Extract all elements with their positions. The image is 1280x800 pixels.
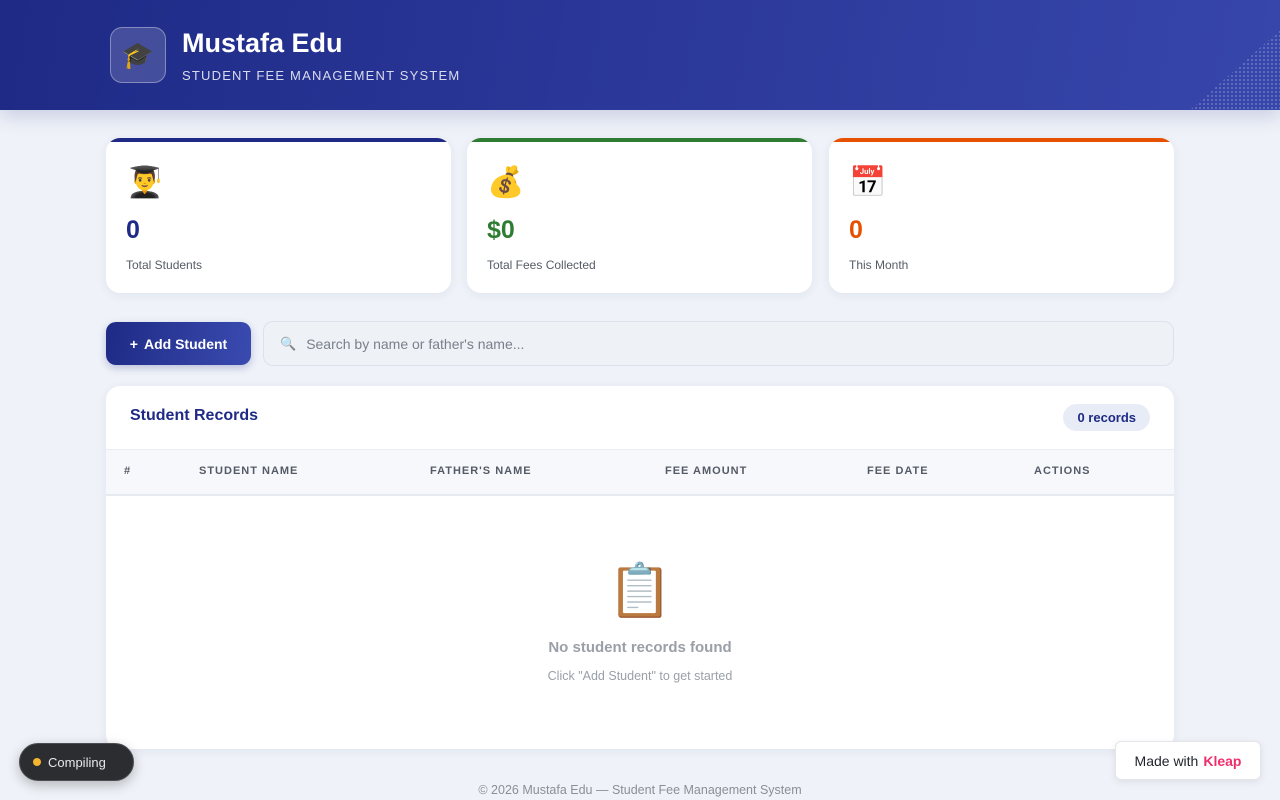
money-bag-icon: 💰 xyxy=(487,166,525,199)
made-with-kleap-badge[interactable]: Made with Kleap xyxy=(1115,741,1261,780)
empty-state: 📋 No student records found Click "Add St… xyxy=(106,561,1174,683)
column-header-index: # xyxy=(124,465,132,477)
clipboard-icon: 📋 xyxy=(607,562,673,620)
app-header: 🎓 Mustafa Edu STUDENT FEE MANAGEMENT SYS… xyxy=(0,0,1280,110)
stat-label: Total Fees Collected xyxy=(487,258,596,272)
app-title: Mustafa Edu xyxy=(182,28,343,58)
student-icon: 👨‍🎓 xyxy=(126,166,164,199)
column-header-actions: ACTIONS xyxy=(1034,465,1091,477)
stat-card-this-month: 📅 0 This Month xyxy=(829,138,1174,293)
column-header-fee-amount: FEE AMOUNT xyxy=(665,465,748,477)
stat-card-total-fees: 💰 $0 Total Fees Collected xyxy=(467,138,812,293)
stat-card-total-students: 👨‍🎓 0 Total Students xyxy=(106,138,451,293)
status-dot-icon xyxy=(33,758,41,766)
compiling-label: Compiling xyxy=(48,754,106,770)
stat-label: Total Students xyxy=(126,258,203,272)
header-dot-pattern xyxy=(1190,30,1280,110)
column-header-fee-date: FEE DATE xyxy=(867,465,929,477)
column-header-father-name: FATHER'S NAME xyxy=(430,465,532,477)
records-count-badge: 0 records xyxy=(1063,404,1150,431)
calendar-icon: 📅 xyxy=(849,166,887,199)
plus-icon: + xyxy=(129,335,138,352)
table-header: # STUDENT NAME FATHER'S NAME FEE AMOUNT … xyxy=(106,449,1174,496)
search-icon: 🔍 xyxy=(280,335,297,351)
stat-value: $0 xyxy=(487,216,515,244)
stat-value: 0 xyxy=(849,216,863,244)
app-subtitle: STUDENT FEE MANAGEMENT SYSTEM xyxy=(182,68,461,83)
stat-value: 0 xyxy=(126,216,140,244)
student-records-panel: Student Records 0 records # STUDENT NAME… xyxy=(106,386,1174,749)
add-student-label: Add Student xyxy=(143,335,228,352)
empty-state-title: No student records found xyxy=(548,639,732,656)
stat-label: This Month xyxy=(849,258,909,272)
add-student-button[interactable]: + Add Student xyxy=(106,322,251,365)
page-footer: © 2026 Mustafa Edu — Student Fee Managem… xyxy=(478,783,802,797)
kleap-brand: Kleap xyxy=(1203,752,1242,769)
graduation-cap-icon: 🎓 xyxy=(110,27,166,83)
compiling-status-pill[interactable]: Compiling xyxy=(19,743,134,781)
made-with-prefix: Made with xyxy=(1134,752,1199,769)
search-box[interactable]: 🔍 xyxy=(263,321,1174,366)
records-title: Student Records xyxy=(130,407,259,424)
column-header-student-name: STUDENT NAME xyxy=(199,465,299,477)
empty-state-subtitle: Click "Add Student" to get started xyxy=(547,669,733,683)
search-input[interactable] xyxy=(306,322,1173,365)
